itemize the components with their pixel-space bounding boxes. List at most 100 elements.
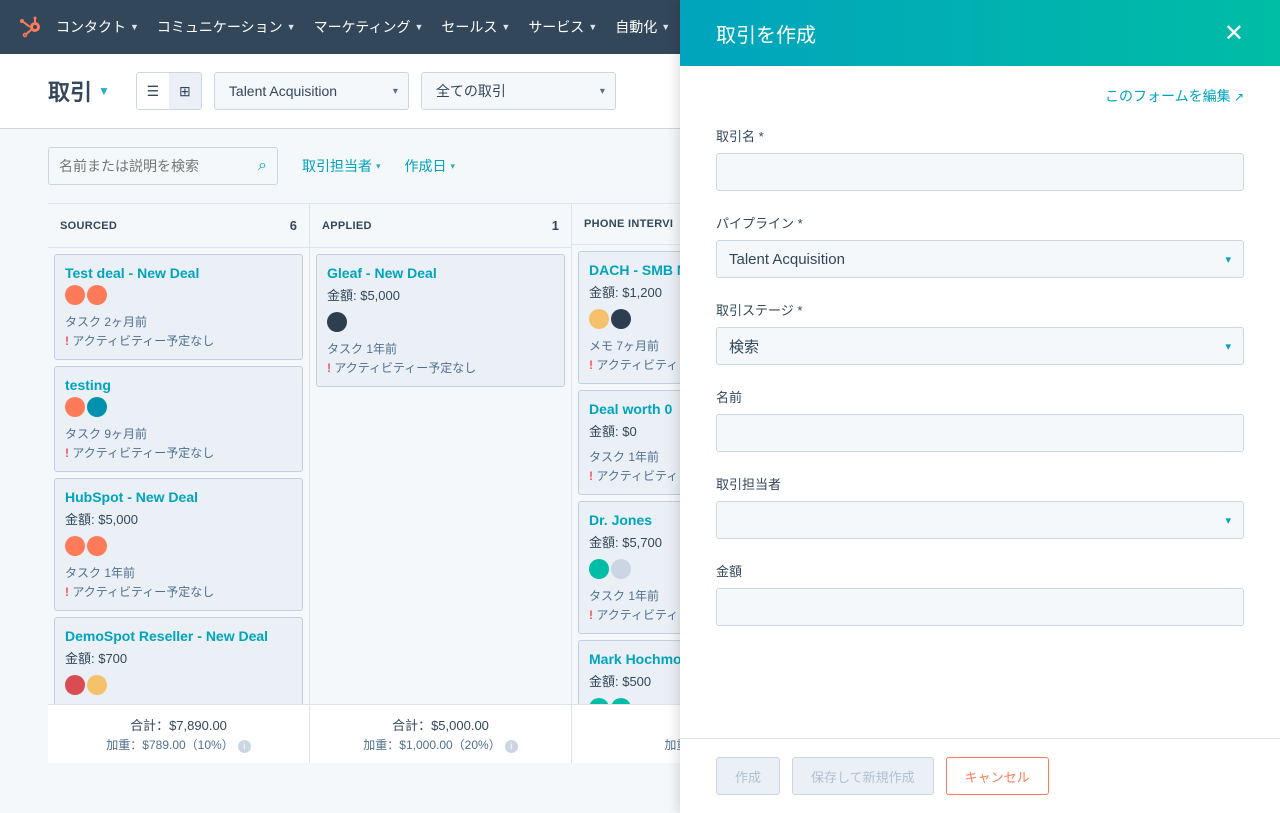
search-icon: ⌕ bbox=[258, 157, 267, 175]
create-deal-drawer: 取引を作成 ✕ このフォームを編集 取引名 * パイプライン * Talent … bbox=[680, 0, 1280, 813]
name-input[interactable] bbox=[716, 414, 1244, 452]
deal-card[interactable]: Gleaf - New Deal 金額: $5,000 タスク 1年前アクティビティ… bbox=[316, 254, 565, 387]
deal-card[interactable]: HubSpot - New Deal金額: $5,000タスク 1年前アクティビ… bbox=[54, 478, 303, 611]
create-date-filter[interactable]: 作成日▾ bbox=[405, 156, 456, 176]
hubspot-logo[interactable] bbox=[16, 13, 44, 41]
chevron-down-icon: ▼ bbox=[588, 22, 597, 32]
card-amount: 金額: $5,000 bbox=[65, 509, 292, 528]
info-icon[interactable]: i bbox=[238, 740, 251, 753]
column-weight: 加重：$1,000.00（20%）i bbox=[320, 736, 561, 753]
column-body: Test deal - New Deal タスク 2ヶ月前アクティビティー予定なし… bbox=[48, 248, 309, 704]
avatar bbox=[87, 397, 107, 417]
deal-name-input[interactable] bbox=[716, 153, 1244, 191]
nav-communication[interactable]: コミュニケーション▼ bbox=[151, 9, 302, 45]
card-warning: アクティビティー予定なし bbox=[327, 359, 554, 376]
page-title-dropdown[interactable]: 取引▼ bbox=[48, 75, 110, 107]
close-button[interactable]: ✕ bbox=[1224, 19, 1244, 48]
card-title: DemoSpot Reseller - New Deal bbox=[65, 628, 292, 644]
avatar bbox=[327, 312, 347, 332]
card-meta: タスク 2ヶ月前 bbox=[65, 313, 292, 330]
deal-name-label: 取引名 * bbox=[716, 126, 1244, 145]
avatar bbox=[589, 309, 609, 329]
avatar bbox=[65, 536, 85, 556]
pipeline-select[interactable]: Talent Acquisition bbox=[214, 72, 409, 110]
card-meta: タスク 1年前 bbox=[327, 340, 554, 357]
nav-contacts[interactable]: コンタクト▼ bbox=[50, 9, 145, 45]
card-meta: タスク 1年前 bbox=[65, 564, 292, 581]
card-meta: タスク 9ヶ月前 bbox=[65, 425, 292, 442]
card-avatars bbox=[65, 285, 292, 305]
board-column: APPLIED 1 Gleaf - New Deal 金額: $5,000 タスク 1年… bbox=[310, 203, 572, 763]
chevron-down-icon: ▾ bbox=[451, 161, 456, 172]
card-title: Test deal - New Deal bbox=[65, 265, 292, 281]
card-amount: 金額: $700 bbox=[65, 648, 292, 667]
deal-card[interactable]: DemoSpot Reseller - New Deal金額: $700タスク … bbox=[54, 617, 303, 704]
view-toggle: ☰ ⊞ bbox=[136, 72, 202, 110]
card-title: testing bbox=[65, 377, 292, 393]
card-avatars bbox=[65, 536, 292, 556]
owner-select-input[interactable] bbox=[716, 501, 1244, 539]
deal-card[interactable]: testing タスク 9ヶ月前アクティビティー予定なし bbox=[54, 366, 303, 472]
column-total: 合計：$7,890.00 bbox=[58, 715, 299, 734]
column-header: SOURCED 6 bbox=[48, 203, 309, 248]
column-total: 合計：$5,000.00 bbox=[320, 715, 561, 734]
card-warning: アクティビティー予定なし bbox=[65, 332, 292, 349]
avatar bbox=[611, 559, 631, 579]
owner-filter[interactable]: 取引担当者▾ bbox=[302, 156, 381, 176]
column-weight: 加重：$789.00（10%）i bbox=[58, 736, 299, 753]
edit-form-link[interactable]: このフォームを編集 bbox=[716, 86, 1244, 106]
board-view-button[interactable]: ⊞ bbox=[169, 73, 201, 109]
drawer-footer: 作成 保存して新規作成 キャンセル bbox=[680, 738, 1280, 813]
card-title: Gleaf - New Deal bbox=[327, 265, 554, 281]
column-body: Gleaf - New Deal 金額: $5,000 タスク 1年前アクティビティ… bbox=[310, 248, 571, 704]
avatar bbox=[87, 285, 107, 305]
chevron-down-icon: ▼ bbox=[414, 22, 423, 32]
save-new-button[interactable]: 保存して新規作成 bbox=[792, 757, 934, 795]
drawer-title: 取引を作成 bbox=[716, 19, 816, 48]
chevron-down-icon: ▼ bbox=[661, 22, 670, 32]
search-box[interactable]: ⌕ bbox=[48, 147, 278, 185]
card-warning: アクティビティー予定なし bbox=[65, 444, 292, 461]
deals-filter-select[interactable]: 全ての取引 bbox=[421, 72, 616, 110]
chevron-down-icon: ▼ bbox=[287, 22, 296, 32]
column-header: APPLIED 1 bbox=[310, 203, 571, 248]
column-title: PHONE INTERVI bbox=[584, 218, 673, 230]
amount-input[interactable] bbox=[716, 588, 1244, 626]
chevron-down-icon: ▼ bbox=[130, 22, 139, 32]
amount-label: 金額 bbox=[716, 561, 1244, 580]
create-button[interactable]: 作成 bbox=[716, 757, 780, 795]
column-title: SOURCED bbox=[60, 220, 117, 232]
column-count: 1 bbox=[552, 218, 559, 233]
chevron-down-icon: ▼ bbox=[501, 22, 510, 32]
nav-service[interactable]: サービス▼ bbox=[522, 9, 603, 45]
avatar bbox=[87, 536, 107, 556]
pipeline-label: パイプライン * bbox=[716, 213, 1244, 232]
column-footer: 合計：$5,000.00 加重：$1,000.00（20%）i bbox=[310, 704, 571, 763]
board-column: SOURCED 6 Test deal - New Deal タスク 2ヶ月前アクティ… bbox=[48, 203, 310, 763]
drawer-header: 取引を作成 ✕ bbox=[680, 0, 1280, 66]
nav-automation[interactable]: 自動化▼ bbox=[609, 9, 676, 45]
cancel-button[interactable]: キャンセル bbox=[946, 757, 1049, 795]
chevron-down-icon: ▾ bbox=[376, 161, 381, 172]
column-title: APPLIED bbox=[322, 220, 372, 232]
card-title: HubSpot - New Deal bbox=[65, 489, 292, 505]
avatar bbox=[65, 397, 85, 417]
nav-sales[interactable]: セールス▼ bbox=[435, 9, 516, 45]
deal-card[interactable]: Test deal - New Deal タスク 2ヶ月前アクティビティー予定なし bbox=[54, 254, 303, 360]
info-icon[interactable]: i bbox=[505, 740, 518, 753]
column-footer: 合計：$7,890.00 加重：$789.00（10%）i bbox=[48, 704, 309, 763]
stage-label: 取引ステージ * bbox=[716, 300, 1244, 319]
list-view-button[interactable]: ☰ bbox=[137, 73, 169, 109]
card-avatars bbox=[327, 312, 554, 332]
stage-select-input[interactable]: 検索 bbox=[716, 327, 1244, 365]
card-avatars bbox=[65, 675, 292, 695]
avatar bbox=[611, 309, 631, 329]
search-input[interactable] bbox=[59, 158, 258, 174]
column-count: 6 bbox=[290, 218, 297, 233]
pipeline-select-input[interactable]: Talent Acquisition bbox=[716, 240, 1244, 278]
avatar bbox=[589, 559, 609, 579]
nav-marketing[interactable]: マーケティング▼ bbox=[308, 9, 430, 45]
card-amount: 金額: $5,000 bbox=[327, 285, 554, 304]
card-avatars bbox=[65, 397, 292, 417]
drawer-body: このフォームを編集 取引名 * パイプライン * Talent Acquisit… bbox=[680, 66, 1280, 738]
